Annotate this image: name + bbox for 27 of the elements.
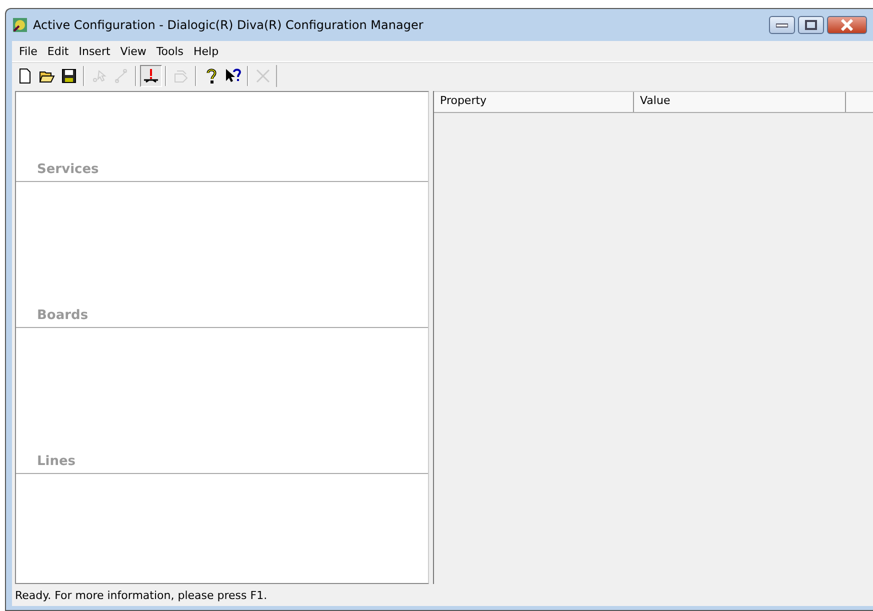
column-header[interactable]: Property — [434, 92, 634, 112]
column-header[interactable]: Value — [634, 92, 846, 112]
cursor-icon — [91, 68, 107, 84]
menu-item[interactable]: Tools — [151, 44, 189, 58]
x-icon — [255, 68, 271, 84]
minimize-button[interactable] — [769, 16, 795, 34]
maximize-button[interactable] — [798, 16, 824, 34]
menu-item[interactable]: File — [14, 44, 42, 58]
menu-item[interactable]: View — [115, 44, 152, 58]
menu-item[interactable]: Insert — [74, 44, 116, 58]
blank-page-icon — [17, 68, 33, 84]
section-heading: Services — [16, 162, 428, 182]
section-heading: Lines — [16, 454, 428, 474]
toolbar-button[interactable] — [140, 65, 162, 87]
minimize-icon — [776, 22, 788, 28]
close-icon — [840, 19, 854, 31]
menu-item[interactable]: Edit — [42, 44, 74, 58]
window-title: Active Configuration - Dialogic(R) Diva(R) Configuration Manager — [33, 18, 424, 32]
help-cursor-icon — [225, 68, 241, 84]
arrow-icon — [173, 68, 189, 84]
status-text: Ready. For more information, please press F1. — [14, 588, 268, 604]
maximize-icon — [805, 20, 817, 30]
section-heading: Boards — [16, 308, 428, 328]
close-button[interactable] — [827, 16, 867, 34]
link-icon — [113, 68, 129, 84]
menu-item[interactable]: Help — [188, 44, 224, 58]
app-icon — [12, 17, 28, 33]
